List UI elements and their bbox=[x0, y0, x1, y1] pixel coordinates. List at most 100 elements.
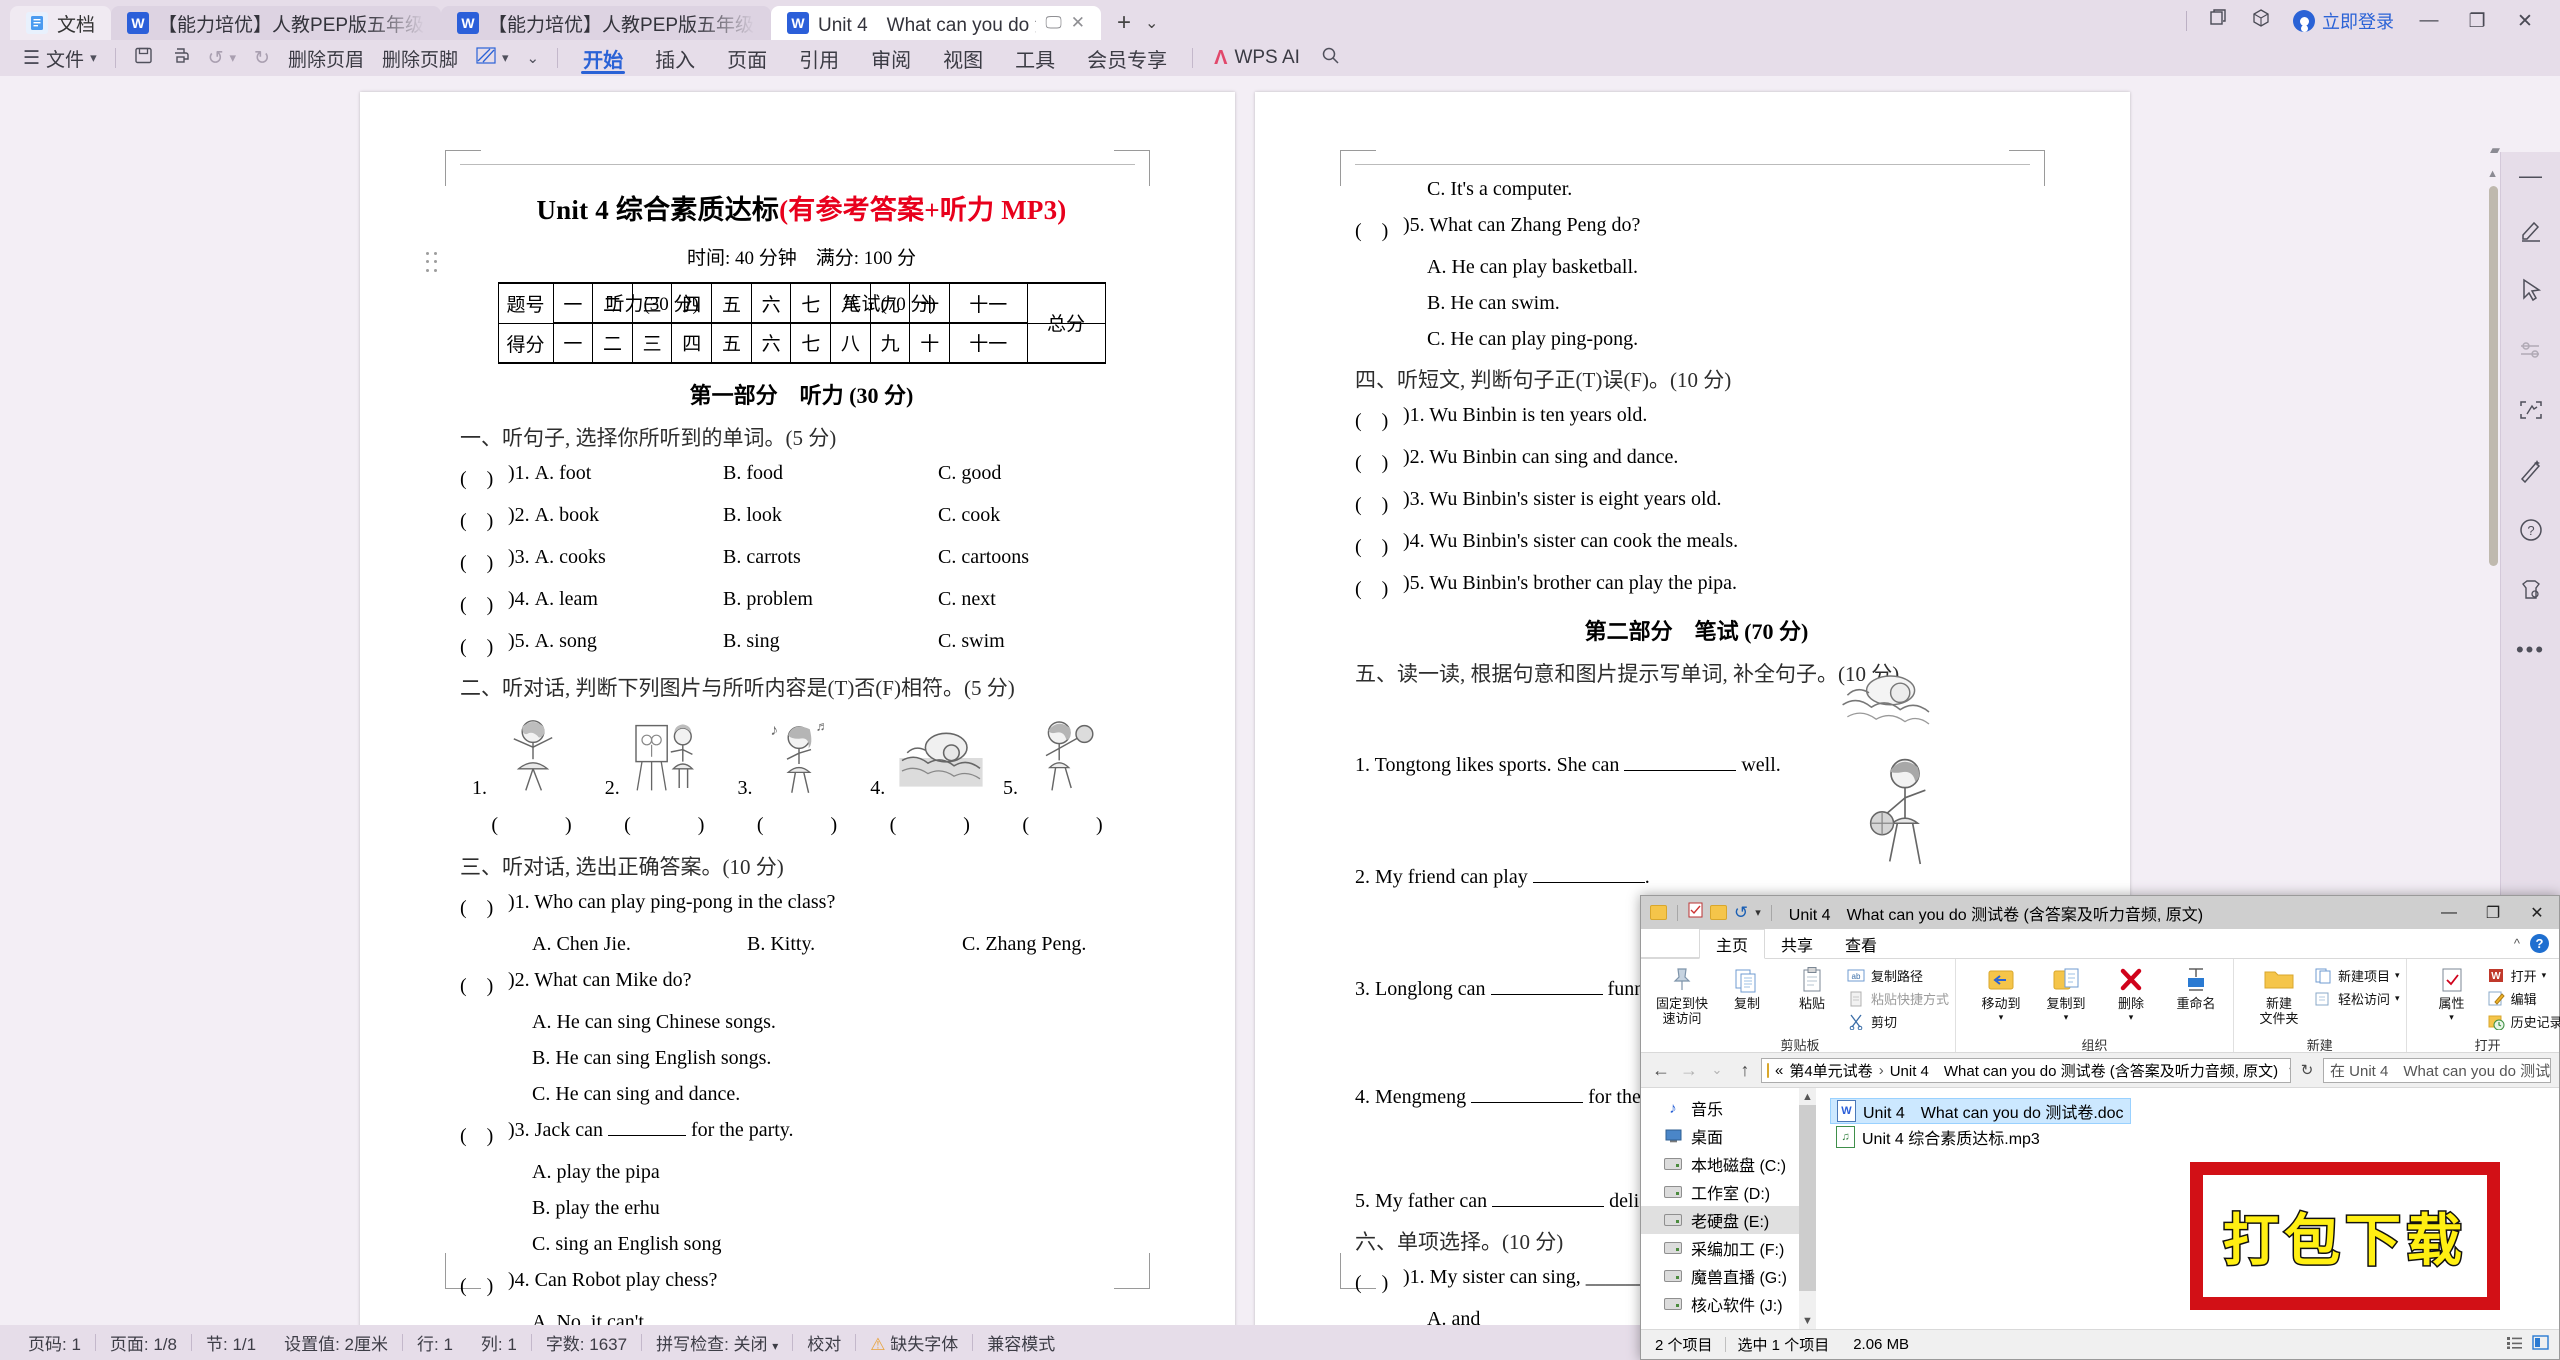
tab-preview-icon[interactable]: 🖵 bbox=[1045, 13, 1061, 33]
explorer-close-button[interactable]: ✕ bbox=[2515, 896, 2559, 929]
pen-edit-icon[interactable] bbox=[2518, 217, 2544, 249]
copy-path-button[interactable]: ab 复制路径 bbox=[1846, 966, 1949, 985]
copy-to-button[interactable]: 复制到 ▾ bbox=[2035, 963, 2097, 1022]
explorer-maximize-button[interactable]: ❐ bbox=[2471, 896, 2515, 929]
undo-icon[interactable]: ↺ bbox=[1734, 903, 1748, 923]
explorer-tab-share[interactable]: 共享 bbox=[1765, 929, 1829, 958]
undo-button[interactable]: ↺ ▾ bbox=[199, 43, 245, 73]
move-to-button[interactable]: 移动到 ▾ bbox=[1970, 963, 2032, 1022]
qat-customize-icon[interactable]: ▾ bbox=[1755, 906, 1761, 919]
chevron-down-icon[interactable]: ▾ bbox=[2395, 993, 2400, 1004]
scan-document-icon[interactable] bbox=[2518, 397, 2544, 429]
back-button[interactable]: ← bbox=[1649, 1060, 1673, 1081]
menu-tab-view[interactable]: 视图 bbox=[927, 41, 999, 75]
highlight-button[interactable]: ▾ bbox=[467, 43, 518, 73]
chevron-down-icon[interactable]: ▾ bbox=[2542, 970, 2547, 981]
tab-doc-1[interactable]: W 【能力培优】人教PEP版五年级上册英 bbox=[111, 6, 442, 40]
status-word-count[interactable]: 字数: 1637 bbox=[532, 1330, 641, 1355]
magic-wand-icon[interactable] bbox=[2518, 457, 2544, 489]
window-restore-button[interactable]: ❐ bbox=[2464, 10, 2490, 33]
properties-quick-icon[interactable] bbox=[1688, 902, 1703, 923]
menu-tab-start[interactable]: 开始 bbox=[567, 41, 639, 75]
paragraph-drag-handle[interactable] bbox=[426, 252, 438, 274]
pin-to-quick-access-button[interactable]: 固定到快 速访问 bbox=[1651, 963, 1713, 1027]
menu-tab-review[interactable]: 审阅 bbox=[855, 41, 927, 75]
answer-bracket[interactable]: ( ) bbox=[460, 1269, 508, 1298]
menu-tab-insert[interactable]: 插入 bbox=[639, 41, 711, 75]
file-list-item[interactable]: W Unit 4 What can you do 测试卷.doc bbox=[1830, 1098, 2131, 1124]
edit-button[interactable]: 编辑 bbox=[2486, 989, 2560, 1008]
explorer-title-bar[interactable]: ↺ ▾ Unit 4 What can you do 测试卷 (含答案及听力音频… bbox=[1641, 896, 2559, 929]
tab-documents-home[interactable]: 文档 bbox=[10, 6, 112, 40]
search-input[interactable]: 在 Unit 4 What can you do 测试... 🔍 bbox=[2323, 1057, 2551, 1083]
menu-tab-reference[interactable]: 引用 bbox=[783, 41, 855, 75]
explorer-nav-pane[interactable]: ♪ 音乐 桌面 本地磁盘 (C:) 工作室 (D:) 老硬盘 (E:) 采编加工… bbox=[1641, 1088, 1816, 1329]
print-button[interactable] bbox=[162, 43, 199, 73]
answer-bracket[interactable]: ( ) bbox=[460, 546, 508, 575]
paste-shortcut-button[interactable]: 粘贴快捷方式 bbox=[1846, 989, 1949, 1008]
window-panels-icon[interactable] bbox=[2209, 8, 2229, 34]
file-list-item[interactable]: ♫ Unit 4 综合素质达标.mp3 bbox=[1830, 1124, 2046, 1150]
details-view-icon[interactable] bbox=[2506, 1335, 2523, 1354]
redo-button[interactable]: ↻ bbox=[245, 43, 279, 73]
wps-ai-button[interactable]: Λ WPS AI bbox=[1202, 47, 1312, 70]
rename-button[interactable]: 重命名 bbox=[2165, 963, 2227, 1012]
collapse-ribbon-icon[interactable]: ^ bbox=[2514, 936, 2520, 951]
answer-bracket[interactable]: ( ) bbox=[460, 504, 508, 533]
delete-footer-button[interactable]: 删除页脚 bbox=[373, 43, 467, 73]
large-icons-view-icon[interactable] bbox=[2532, 1335, 2549, 1354]
answer-bracket[interactable]: ( ) bbox=[1355, 530, 1403, 559]
answer-bracket[interactable]: ( ) bbox=[460, 588, 508, 617]
chevron-down-icon[interactable]: ▾ bbox=[2129, 1012, 2134, 1022]
status-missing-font[interactable]: ⚠ 缺失字体 bbox=[856, 1330, 972, 1355]
nav-item-drive-e[interactable]: 老硬盘 (E:) bbox=[1641, 1206, 1816, 1234]
save-button[interactable] bbox=[125, 43, 162, 73]
nav-item-drive-j[interactable]: 核心软件 (J:) bbox=[1641, 1290, 1816, 1318]
delete-header-button[interactable]: 删除页眉 bbox=[279, 43, 373, 73]
history-button[interactable]: 历史记录 bbox=[2486, 1012, 2560, 1031]
tab-doc-3-active[interactable]: W Unit 4 What can you do 测 🖵 ✕ bbox=[771, 6, 1102, 40]
new-tab-button[interactable]: + bbox=[1117, 9, 1131, 37]
answer-bracket[interactable]: ( ) bbox=[472, 808, 600, 837]
answer-bracket[interactable]: ( ) bbox=[460, 630, 508, 659]
answer-bracket[interactable]: ( ) bbox=[1355, 404, 1403, 433]
scroll-down-arrow[interactable]: ▼ bbox=[1799, 1312, 1816, 1329]
search-button[interactable] bbox=[1312, 43, 1349, 73]
copy-button[interactable]: 复制 bbox=[1716, 963, 1778, 1012]
recent-locations-button[interactable]: ⌄ bbox=[1705, 1062, 1729, 1078]
paste-button[interactable]: 粘贴 bbox=[1781, 963, 1843, 1012]
nav-pane-scrollbar[interactable]: ▲ ▼ bbox=[1799, 1088, 1816, 1329]
answer-bracket[interactable]: ( ) bbox=[460, 891, 508, 920]
nav-item-library[interactable]: 库 bbox=[1641, 1324, 1816, 1329]
new-item-button[interactable]: 新建项目 ▾ bbox=[2313, 966, 2400, 985]
nav-item-drive-d[interactable]: 工作室 (D:) bbox=[1641, 1178, 1816, 1206]
explorer-tab-home[interactable]: 主页 bbox=[1699, 929, 1766, 959]
delete-button[interactable]: 删除 ▾ bbox=[2100, 963, 2162, 1022]
cut-button[interactable]: 剪切 bbox=[1846, 1012, 1949, 1031]
breadcrumb-parent[interactable]: 第4单元试卷 bbox=[1789, 1060, 1872, 1081]
breadcrumb[interactable]: « 第4单元试卷 › Unit 4 What can you do 测试卷 (含… bbox=[1761, 1057, 2291, 1083]
answer-bracket[interactable]: ( ) bbox=[1003, 808, 1131, 837]
answer-bracket[interactable]: ( ) bbox=[1355, 488, 1403, 517]
chevron-down-icon[interactable]: ▾ bbox=[2395, 970, 2400, 981]
vertical-scrollbar[interactable] bbox=[2489, 186, 2498, 566]
properties-button[interactable]: 属性 ▾ bbox=[2421, 963, 2483, 1022]
up-button[interactable]: ↑ bbox=[1733, 1060, 1757, 1081]
chevron-down-icon[interactable]: ▾ bbox=[1999, 1012, 2004, 1022]
nav-item-drive-g[interactable]: 魔兽直播 (G:) bbox=[1641, 1262, 1816, 1290]
scroll-thumb[interactable] bbox=[1799, 1105, 1816, 1291]
nav-item-drive-f[interactable]: 采编加工 (F:) bbox=[1641, 1234, 1816, 1262]
chevron-down-icon[interactable]: ▾ bbox=[2449, 1012, 2454, 1022]
window-close-button[interactable]: ✕ bbox=[2512, 10, 2538, 33]
nav-item-desktop[interactable]: 桌面 bbox=[1641, 1122, 1816, 1150]
tab-close-icon[interactable]: ✕ bbox=[1071, 13, 1085, 33]
status-spellcheck[interactable]: 拼写检查: 关闭 ▾ bbox=[642, 1330, 792, 1355]
answer-bracket[interactable]: ( ) bbox=[1355, 446, 1403, 475]
explorer-minimize-button[interactable]: — bbox=[2427, 896, 2471, 929]
new-folder-button[interactable]: 新建 文件夹 bbox=[2248, 963, 2310, 1027]
forward-button[interactable]: → bbox=[1677, 1060, 1701, 1081]
help-icon[interactable]: ? bbox=[2518, 517, 2544, 549]
chevron-down-icon[interactable]: ⌄ bbox=[1145, 13, 1158, 33]
answer-bracket[interactable]: ( ) bbox=[870, 808, 998, 837]
scroll-up-arrow[interactable]: ▲ bbox=[1799, 1088, 1816, 1105]
